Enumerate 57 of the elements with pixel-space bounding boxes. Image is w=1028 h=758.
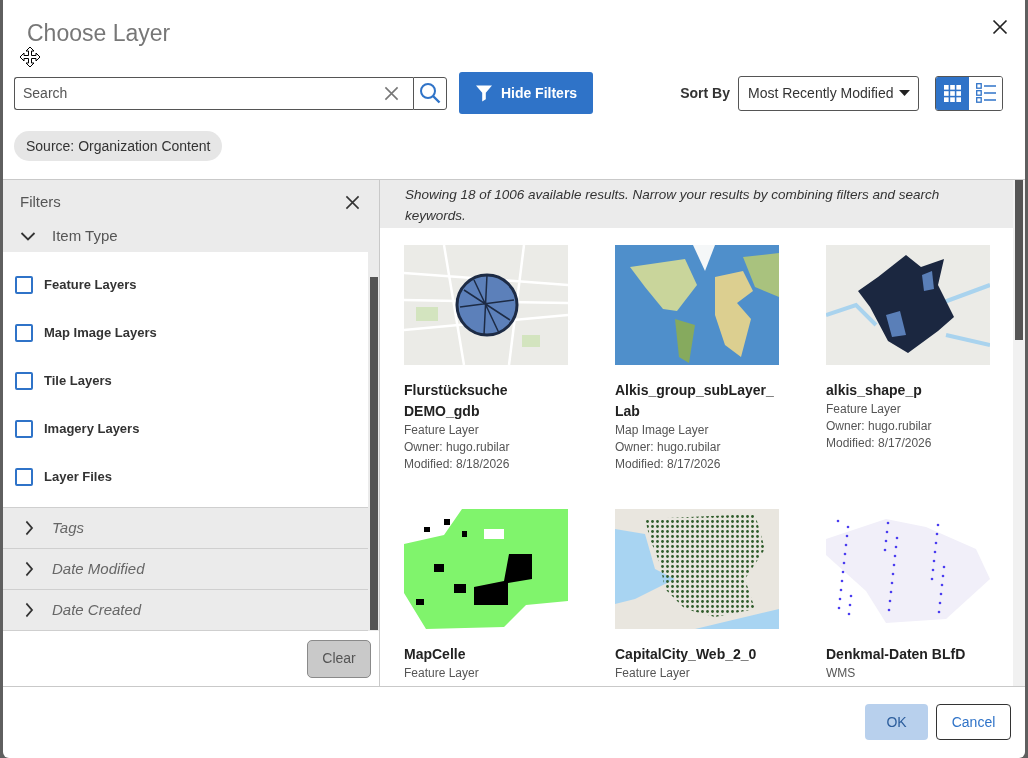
close-filters-button[interactable]: [345, 194, 360, 210]
filters-title: Filters: [20, 192, 61, 212]
filter-section-header[interactable]: Date Created: [3, 589, 368, 631]
dialog-title: Choose Layer: [27, 19, 171, 47]
layer-type: Feature Layer: [615, 664, 691, 682]
checkbox[interactable]: [15, 371, 33, 390]
checkbox-label[interactable]: Feature Layers: [44, 275, 137, 295]
layer-modified-date: Modified: 8/17/2026: [615, 455, 722, 473]
grid-view-button[interactable]: [936, 76, 969, 110]
layer-owner: Owner: hugo.rubilar: [826, 417, 933, 435]
close-button[interactable]: [992, 19, 1008, 35]
search-icon: [419, 82, 441, 104]
source-filter-chip[interactable]: Source: Organization Content: [14, 131, 223, 161]
checkbox[interactable]: [15, 323, 33, 342]
layer-owner: Owner: hugo.rubilar: [404, 438, 511, 456]
layer-modified-date: Modified: 8/17/2026: [826, 434, 933, 452]
sort-dropdown[interactable]: Most Recently Modified: [738, 75, 919, 111]
cancel-button[interactable]: Cancel: [936, 704, 1011, 740]
layer-owner: Owner: hugo.rubilar: [615, 438, 722, 456]
grid-icon: [944, 84, 961, 102]
layer-modified-date: Modified: 8/18/2026: [404, 455, 511, 473]
filter-section-header[interactable]: Item Type: [20, 221, 360, 251]
layer-title[interactable]: CapitalCity_Web_2_0: [615, 643, 779, 665]
hide-filters-button[interactable]: Hide Filters: [459, 72, 593, 114]
search-button[interactable]: [413, 76, 447, 110]
move-cursor-icon: [19, 46, 41, 68]
layer-type: WMS: [826, 664, 857, 682]
funnel-icon: [474, 84, 493, 102]
results-summary: Showing 18 of 1006 available results. Narrow your results by combining filters and search keywords.: [380, 180, 1013, 228]
map-drawing[interactable]: [826, 244, 990, 365]
layer-title[interactable]: alkis_shape_p: [826, 379, 990, 401]
checkbox[interactable]: [15, 275, 33, 294]
checkbox-label[interactable]: Map Image Layers: [44, 323, 157, 343]
layer-type: Feature Layer: [404, 664, 480, 682]
caret-icon: [899, 90, 910, 96]
layer-type: Map Image Layer: [615, 421, 710, 439]
search-field[interactable]: Search: [14, 76, 413, 110]
scrollbar-thumb[interactable]: [1015, 180, 1023, 340]
list-icon: [975, 83, 996, 103]
layer-type: Feature Layer: [826, 400, 902, 418]
map-drawing[interactable]: [404, 508, 568, 629]
checkbox[interactable]: [15, 467, 33, 486]
layer-type: Feature Layer: [404, 421, 480, 439]
sort-label: Sort By: [680, 83, 730, 103]
checkbox[interactable]: [15, 419, 33, 438]
checkbox-label[interactable]: Layer Files: [44, 467, 112, 487]
filter-section-header[interactable]: Date Modified: [3, 548, 368, 590]
checkbox-label[interactable]: Imagery Layers: [44, 419, 140, 439]
clear-search-button[interactable]: [384, 85, 399, 101]
layer-title[interactable]: MapCelle: [404, 643, 568, 665]
map-drawing[interactable]: [404, 244, 568, 365]
checkbox-label[interactable]: Tile Layers: [44, 371, 112, 391]
scrollbar-thumb[interactable]: [370, 277, 378, 630]
layer-title[interactable]: Alkis_group_subLayer_Lab: [615, 379, 779, 422]
layer-title[interactable]: Denkmal-Daten BLfD: [826, 643, 990, 665]
layer-title[interactable]: Flurstücksuche DEMO_gdb: [404, 379, 568, 422]
filter-section-header[interactable]: Tags: [3, 507, 368, 549]
